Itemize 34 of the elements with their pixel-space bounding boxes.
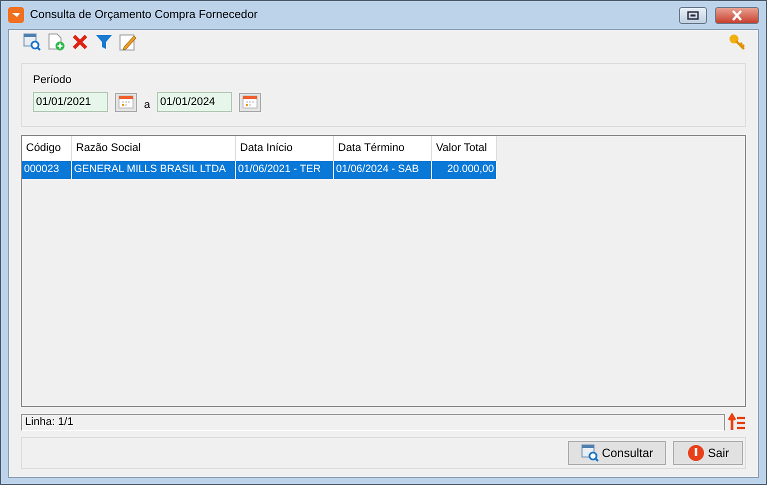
- sort-icon[interactable]: [728, 413, 746, 431]
- start-date-field[interactable]: 01/01/2021: [33, 92, 108, 112]
- column-header[interactable]: Data Início: [236, 136, 334, 161]
- period-label: Período: [33, 74, 73, 86]
- search-button[interactable]: Consultar: [568, 441, 666, 465]
- search-icon: [23, 33, 41, 51]
- restore-button[interactable]: [679, 6, 707, 24]
- range-separator: a: [144, 99, 150, 111]
- edit-icon[interactable]: [119, 33, 137, 51]
- table-cell: 20.000,00: [432, 161, 497, 179]
- column-header[interactable]: Razão Social: [72, 136, 236, 161]
- close-button[interactable]: [715, 6, 759, 24]
- exit-button[interactable]: Sair: [673, 441, 743, 465]
- table-cell: 000023: [22, 161, 72, 179]
- power-icon: [686, 444, 705, 462]
- status-text: Linha: 1/1: [21, 414, 725, 430]
- close-icon: [731, 10, 743, 20]
- table-cell: 01/06/2024 - SAB: [334, 161, 432, 179]
- delete-icon[interactable]: [71, 33, 89, 51]
- filter-icon[interactable]: [95, 33, 113, 51]
- key-icon[interactable]: [728, 33, 746, 51]
- window-title: Consulta de Orçamento Compra Fornecedor: [30, 9, 259, 21]
- end-date-field[interactable]: 01/01/2024: [157, 92, 232, 112]
- table-cell: GENERAL MILLS BRASIL LTDA: [72, 161, 236, 179]
- add-document-icon[interactable]: [47, 33, 65, 51]
- restore-icon: [687, 10, 699, 20]
- column-header[interactable]: Data Término: [334, 136, 432, 161]
- calendar-button[interactable]: [115, 92, 137, 112]
- calendar-button[interactable]: [239, 92, 262, 112]
- app-icon: [8, 7, 24, 23]
- column-header[interactable]: Valor Total: [432, 136, 497, 161]
- table-cell: 01/06/2021 - TER: [236, 161, 334, 179]
- search-icon: [580, 444, 599, 462]
- column-header[interactable]: Código: [22, 136, 72, 161]
